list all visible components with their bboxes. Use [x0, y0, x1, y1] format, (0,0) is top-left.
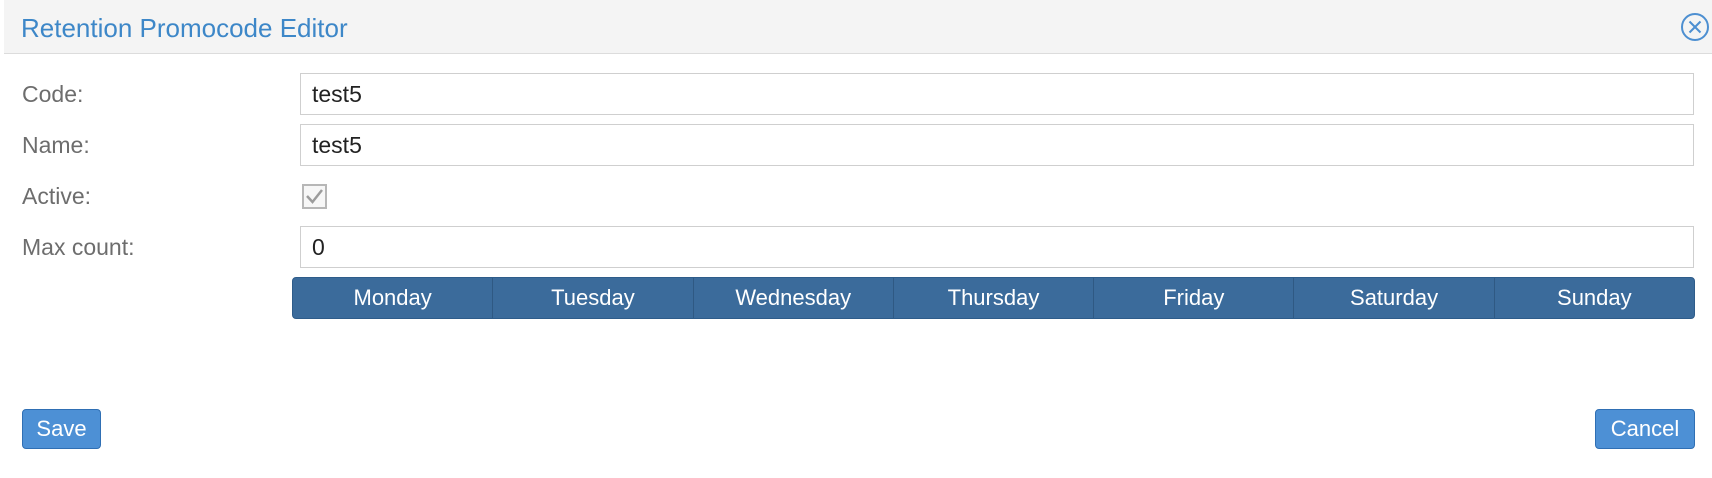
max-count-label: Max count:	[22, 234, 135, 260]
day-friday[interactable]: Friday	[1094, 278, 1295, 318]
active-label: Active:	[22, 183, 92, 209]
day-sunday[interactable]: Sunday	[1495, 278, 1694, 318]
name-label: Name:	[22, 132, 90, 158]
active-checkbox[interactable]	[302, 184, 327, 209]
close-icon	[1681, 13, 1709, 41]
max-count-row: Max count:	[0, 226, 1712, 268]
code-label: Code:	[22, 81, 84, 107]
name-row: Name:	[0, 124, 1712, 166]
promocode-editor-dialog: Retention Promocode Editor Code: Name: A…	[0, 0, 1712, 478]
day-monday[interactable]: Monday	[293, 278, 494, 318]
max-count-input[interactable]	[300, 226, 1694, 268]
name-input[interactable]	[300, 124, 1694, 166]
day-saturday[interactable]: Saturday	[1294, 278, 1495, 318]
code-input[interactable]	[300, 73, 1694, 115]
check-icon	[306, 189, 323, 204]
day-thursday[interactable]: Thursday	[894, 278, 1095, 318]
active-row: Active:	[0, 175, 1712, 217]
weekday-selector: Monday Tuesday Wednesday Thursday Friday…	[292, 277, 1695, 319]
code-row: Code:	[0, 73, 1712, 115]
day-tuesday[interactable]: Tuesday	[493, 278, 694, 318]
cancel-button[interactable]: Cancel	[1595, 409, 1695, 449]
save-button[interactable]: Save	[22, 409, 101, 449]
dialog-header: Retention Promocode Editor	[4, 0, 1712, 54]
day-wednesday[interactable]: Wednesday	[694, 278, 894, 318]
dialog-title: Retention Promocode Editor	[21, 13, 348, 43]
close-button[interactable]	[1680, 12, 1712, 44]
